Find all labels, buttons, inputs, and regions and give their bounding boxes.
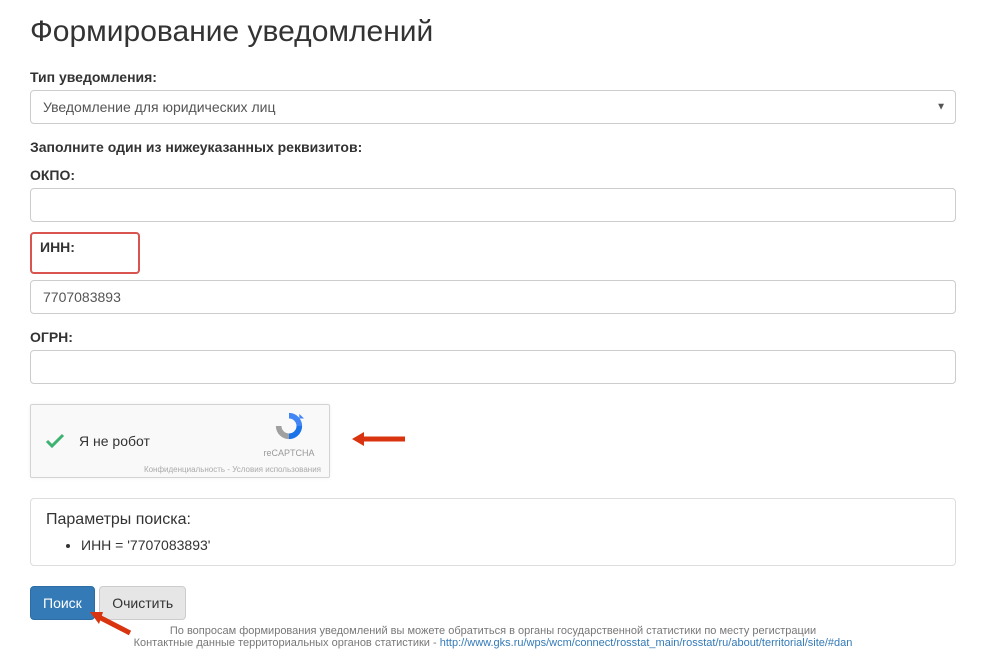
recaptcha-logo: reCAPTCHA: [259, 411, 319, 458]
recaptcha-label: Я не робот: [79, 433, 150, 449]
arrow-annotation-icon: [350, 424, 410, 459]
inn-input[interactable]: [30, 280, 956, 314]
footer-text: По вопросам формирования уведомлений вы …: [30, 625, 956, 649]
arrow-annotation-icon: [85, 608, 135, 643]
inn-label: ИНН:: [40, 239, 130, 255]
search-params-item: ИНН = '7707083893': [81, 537, 940, 553]
search-params-panel: Параметры поиска: ИНН = '7707083893': [30, 498, 956, 566]
checkmark-icon: [43, 429, 67, 453]
ogrn-input[interactable]: [30, 350, 956, 384]
fill-one-label: Заполните один из нижеуказанных реквизит…: [30, 139, 956, 155]
recaptcha-terms: Конфиденциальность - Условия использован…: [144, 465, 321, 474]
ogrn-label: ОГРН:: [30, 329, 956, 345]
search-params-title: Параметры поиска:: [46, 511, 940, 529]
notification-type-select[interactable]: Уведомление для юридических лиц: [30, 90, 956, 124]
footer-link[interactable]: http://www.gks.ru/wps/wcm/connect/rossta…: [440, 637, 853, 649]
okpo-input[interactable]: [30, 188, 956, 222]
notification-type-label: Тип уведомления:: [30, 69, 956, 85]
inn-highlight-box: ИНН:: [30, 232, 140, 274]
okpo-label: ОКПО:: [30, 167, 956, 183]
recaptcha-box[interactable]: Я не робот reCAPTCHA Конфиденциальность …: [30, 404, 330, 478]
page-title: Формирование уведомлений: [30, 15, 956, 49]
